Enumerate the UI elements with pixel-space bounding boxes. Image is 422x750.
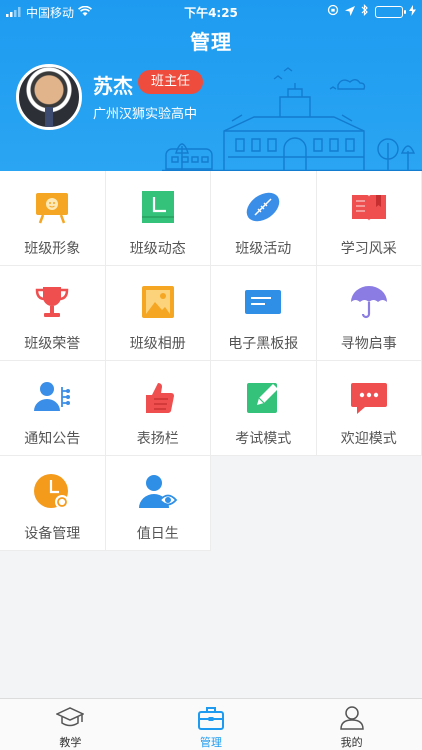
menu-item-label: 班级荣誉 <box>24 336 81 352</box>
menu-item-study-style[interactable]: 学习风采 <box>316 171 422 266</box>
menu-item-duty-student[interactable]: 值日生 <box>105 456 211 551</box>
tab-teaching[interactable]: 教学 <box>0 699 141 750</box>
blackboard-icon <box>245 290 282 314</box>
photo-album-icon <box>141 286 174 318</box>
menu-item-class-news[interactable]: 班级动态 <box>105 171 211 266</box>
chat-bubble-icon <box>350 383 387 414</box>
menu-item-e-blackboard[interactable]: 电子黑板报 <box>211 266 317 361</box>
menu-item-label: 班级活动 <box>235 241 292 257</box>
menu-item-label: 值日生 <box>136 526 179 542</box>
tab-mine[interactable]: 我的 <box>281 699 422 750</box>
menu-item-lost-and-found[interactable]: 寻物启事 <box>316 266 422 361</box>
menu-item-label: 学习风采 <box>340 241 397 257</box>
location-icon <box>345 5 355 19</box>
grid-filler <box>317 456 422 551</box>
duty-user-icon <box>138 475 177 508</box>
status-bar: 中国移动 下午4:25 <box>0 0 422 22</box>
menu-item-class-activity[interactable]: 班级活动 <box>211 171 317 266</box>
menu-item-notice[interactable]: 通知公告 <box>0 361 106 456</box>
grid-filler <box>211 456 317 551</box>
tab-label: 我的 <box>340 736 363 749</box>
user-name: 苏杰 <box>93 74 133 98</box>
menu-item-label: 班级动态 <box>129 241 186 257</box>
umbrella-icon <box>350 286 387 319</box>
header: 中国移动 下午4:25 管理 苏杰 班主任 广州汉狮实验高中 <box>0 0 422 171</box>
charging-icon <box>409 4 416 19</box>
tab-bar: 教学 管理 我的 <box>0 698 422 750</box>
menu-item-label: 欢迎模式 <box>340 431 397 447</box>
briefcase-icon <box>198 707 224 730</box>
menu-item-label: 表扬栏 <box>136 431 179 447</box>
menu-item-label: 班级相册 <box>129 336 186 352</box>
announcement-user-icon <box>34 382 71 411</box>
battery-icon <box>375 5 406 18</box>
user-icon <box>339 706 364 730</box>
menu-item-praise[interactable]: 表扬栏 <box>105 361 211 456</box>
building-illustration <box>162 67 422 171</box>
tab-label: 教学 <box>59 736 82 749</box>
orientation-lock-icon <box>327 4 339 19</box>
menu-item-label: 班级形象 <box>24 241 81 257</box>
tab-management[interactable]: 管理 <box>141 699 282 750</box>
exam-edit-icon <box>247 383 279 413</box>
trophy-icon <box>35 287 69 317</box>
menu-item-label: 电子黑板报 <box>228 336 299 352</box>
rugby-ball-icon <box>246 192 280 222</box>
menu-grid: 班级形象 班级动态 班级活动 学习风采 班级荣誉 班级相册 电子黑板报 寻物启事… <box>0 171 422 551</box>
menu-item-welcome-mode[interactable]: 欢迎模式 <box>316 361 422 456</box>
tab-label: 管理 <box>200 736 222 749</box>
menu-item-label: 寻物启事 <box>340 336 397 352</box>
bluetooth-icon <box>361 4 369 19</box>
avatar[interactable] <box>16 64 82 130</box>
smiley-board-icon <box>36 193 69 224</box>
menu-item-class-image[interactable]: 班级形象 <box>0 171 106 266</box>
menu-item-label: 设备管理 <box>24 526 81 542</box>
menu-item-class-album[interactable]: 班级相册 <box>105 266 211 361</box>
thumbs-up-icon <box>145 383 174 413</box>
menu-item-device-management[interactable]: 设备管理 <box>0 456 106 551</box>
menu-item-label: 考试模式 <box>235 431 292 447</box>
menu-item-exam-mode[interactable]: 考试模式 <box>211 361 317 456</box>
page-title: 管理 <box>190 30 232 54</box>
device-clock-icon <box>34 474 70 509</box>
clock-square-icon <box>141 191 174 223</box>
open-book-icon <box>351 195 386 221</box>
graduation-cap-icon <box>56 707 85 727</box>
menu-item-label: 通知公告 <box>24 431 81 447</box>
menu-item-class-honor[interactable]: 班级荣誉 <box>0 266 106 361</box>
